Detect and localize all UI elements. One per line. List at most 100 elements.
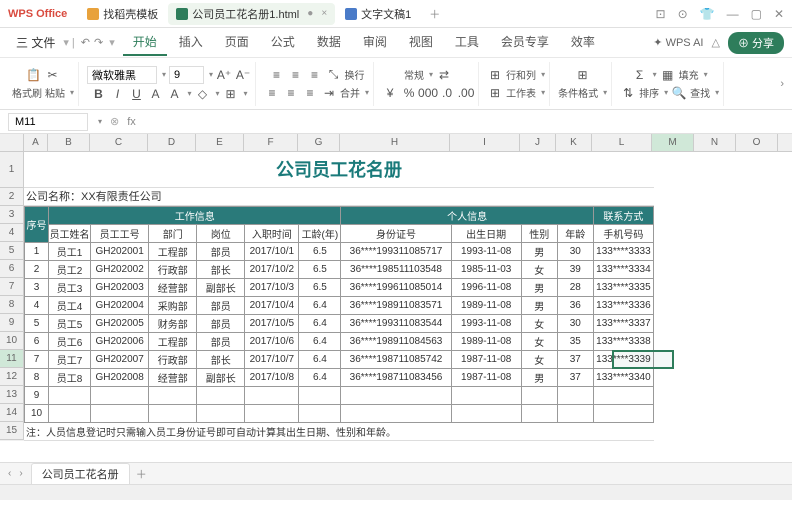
decrease-font-icon[interactable]: A⁻ [235, 67, 251, 83]
paste-icon[interactable]: 📋 [26, 67, 42, 83]
orient-icon[interactable]: ⤡ [326, 67, 342, 83]
currency-icon[interactable]: ¥ [382, 85, 398, 101]
col-header[interactable]: M [652, 134, 694, 151]
expand-toolbar-icon[interactable]: › [780, 78, 784, 90]
fill-color-icon[interactable]: ◇ [195, 86, 211, 102]
align-top-icon[interactable]: ≡ [269, 67, 285, 83]
wrap-button[interactable]: 换行 [345, 67, 365, 82]
col-header[interactable]: N [694, 134, 736, 151]
row-header[interactable]: 6 [0, 260, 24, 278]
col-header[interactable]: C [90, 134, 148, 151]
ribbon-tab-开始[interactable]: 开始 [123, 29, 167, 56]
cloud-sync-icon[interactable]: △ [711, 36, 719, 49]
row-header[interactable]: 15 [0, 422, 24, 440]
align-center-icon[interactable]: ≡ [283, 85, 299, 101]
font-color-icon[interactable]: A [167, 86, 183, 102]
fx-icon[interactable]: fx [127, 116, 136, 128]
select-all-corner[interactable] [0, 134, 24, 151]
ribbon-tab-会员专享[interactable]: 会员专享 [491, 29, 559, 56]
col-header[interactable]: I [450, 134, 520, 151]
cells-grid[interactable]: 公司员工花名册 公司名称：XX有限责任公司 序号工作信息个人信息联系方式员工姓名… [24, 152, 792, 441]
cond-format-icon[interactable]: ⊞ [575, 67, 591, 83]
ribbon-tab-工具[interactable]: 工具 [445, 29, 489, 56]
row-header[interactable]: 14 [0, 404, 24, 422]
add-sheet-icon[interactable]: ＋ [136, 466, 147, 482]
row-header[interactable]: 7 [0, 278, 24, 296]
row-header[interactable]: 8 [0, 296, 24, 314]
ribbon-tab-插入[interactable]: 插入 [169, 29, 213, 56]
percent-icon[interactable]: % [401, 85, 417, 101]
ribbon-tab-数据[interactable]: 数据 [307, 29, 351, 56]
find-icon[interactable]: 🔍 [671, 85, 687, 101]
row-header[interactable]: 9 [0, 314, 24, 332]
col-header[interactable]: J [520, 134, 556, 151]
format-painter-button[interactable]: 格式刷 [12, 85, 42, 100]
font-family-select[interactable] [87, 66, 157, 84]
new-tab-button[interactable]: ＋ [421, 3, 448, 25]
ribbon-tab-效率[interactable]: 效率 [561, 29, 605, 56]
close-icon[interactable]: × [321, 8, 327, 19]
cloud-icon[interactable]: ⊡ [656, 7, 666, 21]
file-tab-current[interactable]: 公司员工花名册1.html●× [168, 3, 335, 25]
italic-icon[interactable]: I [110, 86, 126, 102]
row-header[interactable]: 4 [0, 224, 24, 242]
row-header[interactable]: 5 [0, 242, 24, 260]
sheet-nav-prev[interactable]: ‹ [8, 468, 11, 479]
cancel-icon[interactable]: ⊗ [110, 115, 119, 128]
col-header[interactable]: L [592, 134, 652, 151]
wps-ai-button[interactable]: ✦ WPS AI [653, 36, 703, 49]
minimize-icon[interactable]: — [727, 7, 739, 21]
sheet-tab[interactable]: 公司员工花名册 [31, 463, 130, 484]
col-header[interactable]: H [340, 134, 450, 151]
align-mid-icon[interactable]: ≡ [288, 67, 304, 83]
redo-icon[interactable]: ↷ [94, 36, 103, 49]
col-header[interactable]: K [556, 134, 592, 151]
align-bot-icon[interactable]: ≡ [307, 67, 323, 83]
col-header[interactable]: B [48, 134, 90, 151]
dec-dec-icon[interactable]: .00 [458, 85, 474, 101]
number-format-select[interactable]: 常规 [404, 67, 424, 82]
menu-icon[interactable]: ⊙ [678, 7, 688, 21]
row-header[interactable]: 1 [0, 152, 24, 188]
formula-input[interactable] [144, 114, 784, 129]
col-header[interactable]: A [24, 134, 48, 151]
convert-icon[interactable]: ⇄ [436, 67, 452, 83]
row-header[interactable]: 11 [0, 350, 24, 368]
indent-icon[interactable]: ⇥ [321, 85, 337, 101]
col-header[interactable]: O [736, 134, 778, 151]
increase-font-icon[interactable]: A⁺ [216, 67, 232, 83]
align-right-icon[interactable]: ≡ [302, 85, 318, 101]
col-header[interactable]: E [196, 134, 244, 151]
close-window-icon[interactable]: ✕ [774, 7, 784, 21]
ribbon-tab-审阅[interactable]: 审阅 [353, 29, 397, 56]
row-header[interactable]: 13 [0, 386, 24, 404]
maximize-icon[interactable]: ▢ [751, 7, 762, 21]
underline-icon[interactable]: U [129, 86, 145, 102]
strike-icon[interactable]: A [148, 86, 164, 102]
paste-button[interactable]: 粘贴 [45, 85, 65, 100]
share-button[interactable]: ⊕ 分享 [728, 32, 784, 54]
undo-icon[interactable]: ↶ [81, 36, 90, 49]
col-header[interactable]: G [298, 134, 340, 151]
col-header[interactable]: D [148, 134, 196, 151]
rows-icon[interactable]: ⊞ [487, 67, 503, 83]
merge-button[interactable]: 合并 [340, 85, 360, 100]
skin-icon[interactable]: 👕 [700, 7, 715, 21]
cut-icon[interactable]: ✂ [45, 67, 61, 83]
row-header[interactable]: 2 [0, 188, 24, 206]
sort-icon[interactable]: ⇅ [620, 85, 636, 101]
ribbon-tab-页面[interactable]: 页面 [215, 29, 259, 56]
ribbon-tab-公式[interactable]: 公式 [261, 29, 305, 56]
sheet-icon[interactable]: ⊞ [487, 85, 503, 101]
comma-icon[interactable]: 000 [420, 85, 436, 101]
fill-icon[interactable]: ▦ [660, 67, 676, 83]
dec-inc-icon[interactable]: .0 [439, 85, 455, 101]
row-header[interactable]: 12 [0, 368, 24, 386]
sheet-nav-next[interactable]: › [19, 468, 22, 479]
cell-name-box[interactable] [8, 113, 88, 131]
file-menu[interactable]: 三 文件 [8, 30, 63, 55]
border-icon[interactable]: ⊞ [223, 86, 239, 102]
font-size-select[interactable] [169, 66, 204, 84]
row-header[interactable]: 10 [0, 332, 24, 350]
sum-icon[interactable]: Σ [632, 67, 648, 83]
